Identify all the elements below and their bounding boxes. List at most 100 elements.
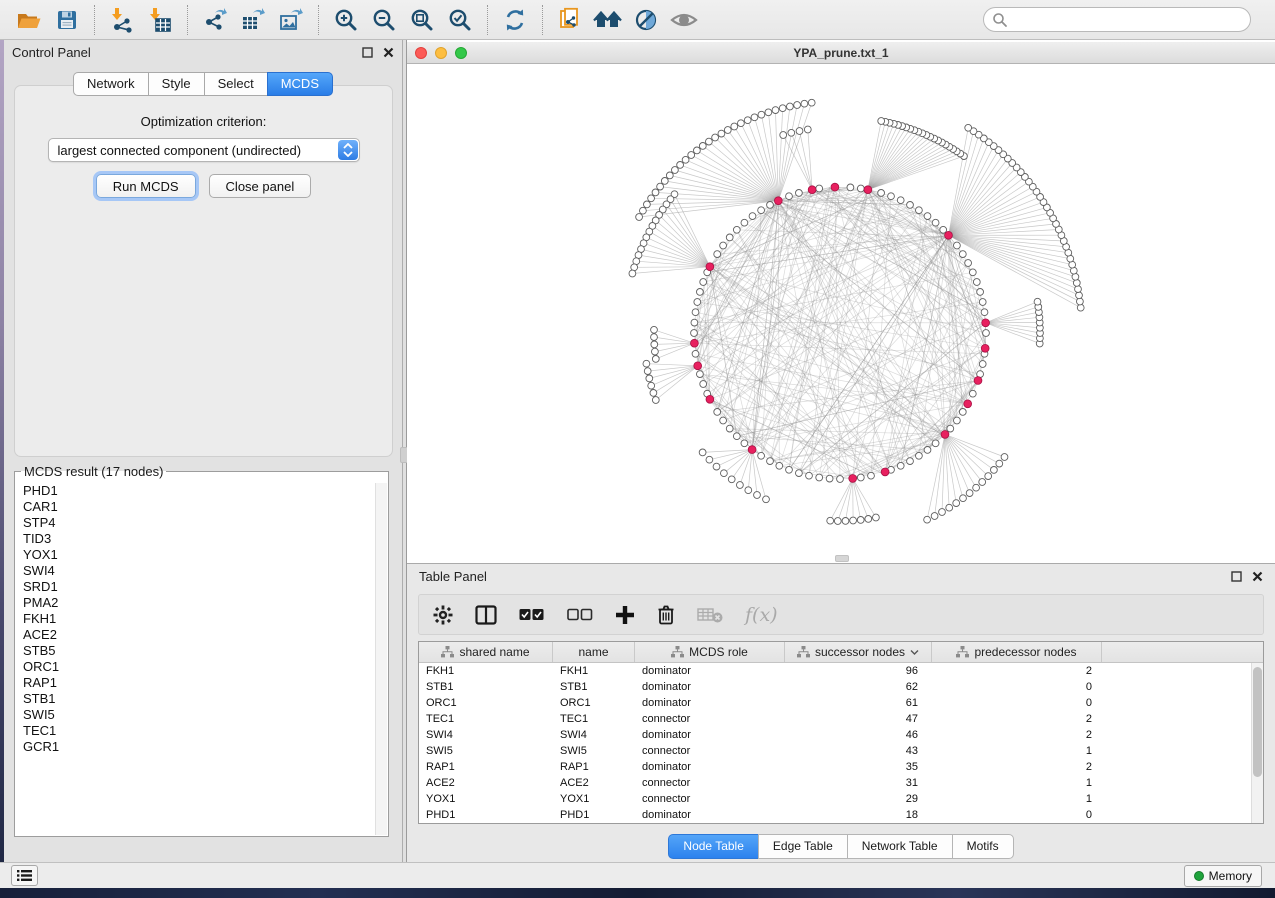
table-cell: RAP1 bbox=[553, 759, 635, 775]
mcds-list-item[interactable]: PMA2 bbox=[16, 595, 375, 611]
mcds-list-item[interactable]: YOX1 bbox=[16, 547, 375, 563]
first-neighbors-button[interactable] bbox=[592, 4, 624, 36]
table-cell: dominator bbox=[635, 663, 785, 679]
settings-gear-icon[interactable] bbox=[433, 605, 453, 625]
show-columns-icon[interactable] bbox=[475, 605, 497, 625]
tab-node-table[interactable]: Node Table bbox=[668, 834, 758, 859]
run-mcds-button[interactable]: Run MCDS bbox=[96, 174, 196, 198]
table-row[interactable]: ORC1ORC1dominator610 bbox=[419, 695, 1251, 711]
column-header[interactable]: successor nodes bbox=[785, 642, 932, 662]
tab-style[interactable]: Style bbox=[148, 72, 204, 96]
table-cell: 2 bbox=[932, 727, 1102, 743]
table-row[interactable]: ACE2ACE2connector311 bbox=[419, 775, 1251, 791]
refresh-button[interactable] bbox=[499, 4, 531, 36]
show-panels-list-button[interactable] bbox=[11, 865, 38, 886]
tab-network-table[interactable]: Network Table bbox=[847, 834, 952, 859]
float-panel-icon[interactable] bbox=[1231, 571, 1242, 582]
mcds-list-scrollbar[interactable] bbox=[375, 483, 387, 835]
table-row[interactable]: FKH1FKH1dominator962 bbox=[419, 663, 1251, 679]
table-row[interactable]: PHD1PHD1dominator180 bbox=[419, 807, 1251, 823]
mcds-list-item[interactable]: STP4 bbox=[16, 515, 375, 531]
export-network-icon bbox=[202, 7, 228, 33]
close-panel-icon[interactable] bbox=[1252, 571, 1263, 582]
toolbar-separator bbox=[487, 5, 488, 35]
mcds-list-item[interactable]: GCR1 bbox=[16, 739, 375, 755]
table-toolbar: f(x) bbox=[418, 594, 1264, 635]
table-scrollbar-thumb[interactable] bbox=[1253, 667, 1262, 777]
export-network-button[interactable] bbox=[199, 4, 231, 36]
export-image-button[interactable] bbox=[275, 4, 307, 36]
table-cell: PHD1 bbox=[419, 807, 553, 823]
table-row[interactable]: TEC1TEC1connector472 bbox=[419, 711, 1251, 727]
table-cell: 2 bbox=[932, 759, 1102, 775]
hide-selected-button[interactable] bbox=[630, 4, 662, 36]
table-cell: connector bbox=[635, 711, 785, 727]
table-row[interactable]: YOX1YOX1connector291 bbox=[419, 791, 1251, 807]
memory-button[interactable]: Memory bbox=[1184, 865, 1262, 887]
table-row[interactable]: SWI5SWI5connector431 bbox=[419, 743, 1251, 759]
tab-motifs[interactable]: Motifs bbox=[952, 834, 1014, 859]
show-hidden-button[interactable] bbox=[668, 4, 700, 36]
function-builder-icon[interactable]: f(x) bbox=[745, 604, 778, 626]
add-column-icon[interactable] bbox=[615, 605, 635, 625]
table-row[interactable]: SWI4SWI4dominator462 bbox=[419, 727, 1251, 743]
mcds-list-item[interactable]: ACE2 bbox=[16, 627, 375, 643]
tab-select[interactable]: Select bbox=[204, 72, 267, 96]
zoom-in-button[interactable] bbox=[330, 4, 362, 36]
column-header[interactable]: shared name bbox=[419, 642, 553, 662]
memory-label: Memory bbox=[1209, 869, 1252, 883]
close-panel-icon[interactable] bbox=[383, 47, 394, 58]
zoom-fit-button[interactable] bbox=[406, 4, 438, 36]
control-panel-tabs: Network Style Select MCDS bbox=[4, 72, 402, 96]
table-row[interactable]: STB1STB1dominator620 bbox=[419, 679, 1251, 695]
search-input[interactable] bbox=[983, 7, 1251, 32]
zoom-selected-button[interactable] bbox=[444, 4, 476, 36]
mcds-result-legend: MCDS result (17 nodes) bbox=[21, 464, 166, 479]
mcds-list-item[interactable]: ORC1 bbox=[16, 659, 375, 675]
mcds-list-item[interactable]: SWI4 bbox=[16, 563, 375, 579]
mcds-list-item[interactable]: TID3 bbox=[16, 531, 375, 547]
mcds-list-item[interactable]: FKH1 bbox=[16, 611, 375, 627]
column-header[interactable]: name bbox=[553, 642, 635, 662]
zoom-out-button[interactable] bbox=[368, 4, 400, 36]
save-button[interactable] bbox=[51, 4, 83, 36]
mcds-list-item[interactable]: RAP1 bbox=[16, 675, 375, 691]
optimization-criterion-select[interactable]: largest connected component (undirected) bbox=[48, 138, 360, 162]
open-folder-icon bbox=[16, 8, 42, 32]
table-scrollbar[interactable] bbox=[1251, 663, 1263, 823]
close-panel-button[interactable]: Close panel bbox=[209, 174, 312, 198]
mcds-list-item[interactable]: SWI5 bbox=[16, 707, 375, 723]
mcds-list-item[interactable]: PHD1 bbox=[16, 483, 375, 499]
network-window-titlebar[interactable]: YPA_prune.txt_1 bbox=[407, 42, 1275, 64]
tab-mcds[interactable]: MCDS bbox=[267, 72, 333, 96]
export-table-button[interactable] bbox=[237, 4, 269, 36]
tab-network[interactable]: Network bbox=[73, 72, 148, 96]
tab-edge-table[interactable]: Edge Table bbox=[758, 834, 847, 859]
open-folder-button[interactable] bbox=[13, 4, 45, 36]
column-header[interactable]: MCDS role bbox=[635, 642, 785, 662]
new-network-from-selection-button[interactable] bbox=[554, 4, 586, 36]
table-panel-title: Table Panel bbox=[419, 569, 487, 584]
mcds-list-item[interactable]: TEC1 bbox=[16, 723, 375, 739]
deselect-all-icon[interactable] bbox=[567, 608, 593, 622]
import-network-button[interactable] bbox=[106, 4, 138, 36]
delete-table-icon[interactable] bbox=[697, 606, 723, 624]
mcds-list-item[interactable]: CAR1 bbox=[16, 499, 375, 515]
table-row[interactable]: RAP1RAP1dominator352 bbox=[419, 759, 1251, 775]
table-cell: 0 bbox=[932, 807, 1102, 823]
float-panel-icon[interactable] bbox=[362, 47, 373, 58]
table-panel: Table Panel f(x) shared namenameMCDS rol… bbox=[407, 563, 1275, 862]
network-canvas[interactable] bbox=[407, 65, 1275, 563]
table-cell: YOX1 bbox=[419, 791, 553, 807]
table-cell: 2 bbox=[932, 711, 1102, 727]
table-cell: ORC1 bbox=[419, 695, 553, 711]
horizontal-splitter-handle[interactable] bbox=[835, 555, 849, 562]
table-cell: 1 bbox=[932, 791, 1102, 807]
column-header[interactable]: predecessor nodes bbox=[932, 642, 1102, 662]
delete-column-icon[interactable] bbox=[657, 604, 675, 625]
mcds-list-item[interactable]: STB5 bbox=[16, 643, 375, 659]
mcds-list-item[interactable]: SRD1 bbox=[16, 579, 375, 595]
mcds-list-item[interactable]: STB1 bbox=[16, 691, 375, 707]
select-all-icon[interactable] bbox=[519, 608, 545, 622]
import-table-button[interactable] bbox=[144, 4, 176, 36]
